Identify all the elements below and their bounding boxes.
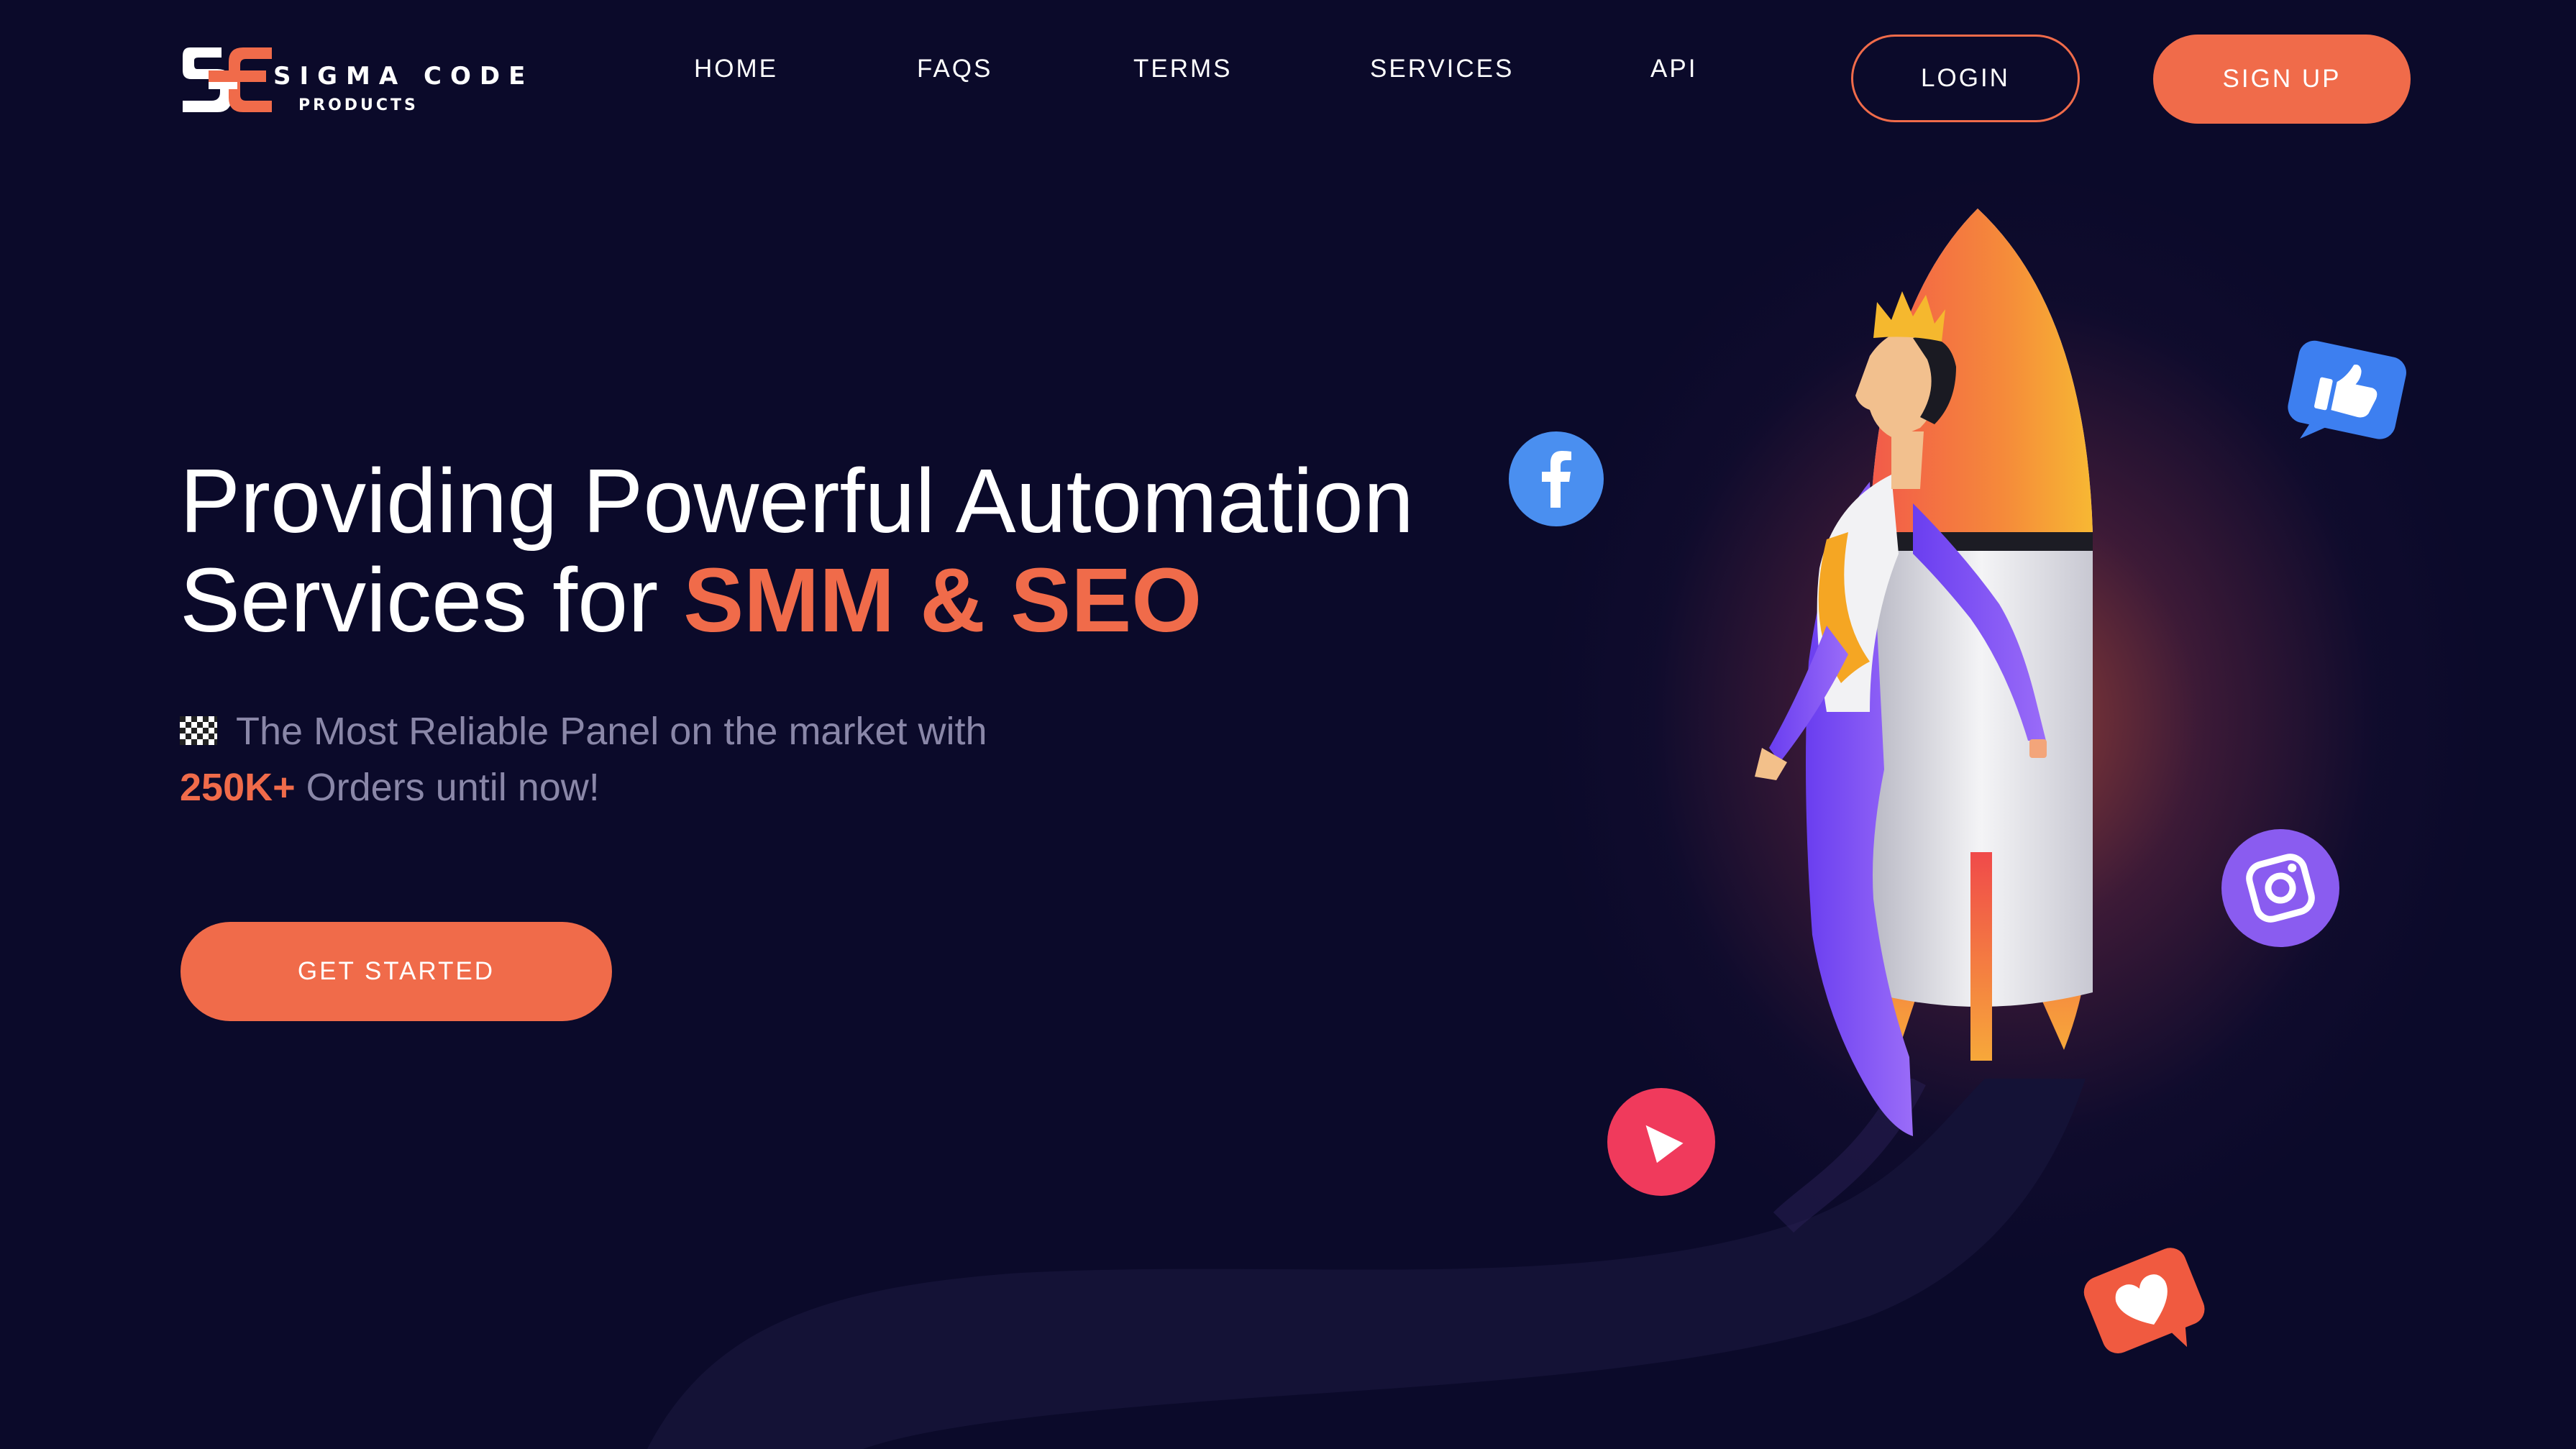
brand-name: SIGMA CODE — [273, 62, 534, 91]
hero-title-accent: SMM & SEO — [683, 549, 1202, 651]
get-started-button[interactable]: GET STARTED — [181, 922, 612, 1021]
hero-tagline: The Most Reliable Panel on the market wi… — [180, 703, 987, 815]
login-button[interactable]: LOGIN — [1851, 35, 2080, 122]
signup-button[interactable]: SIGN UP — [2153, 35, 2411, 124]
brand-logo[interactable]: SIGMA CODE PRODUCTS — [180, 42, 539, 121]
play-icon — [1607, 1088, 1715, 1196]
facebook-icon — [1509, 431, 1604, 526]
nav-services[interactable]: SERVICES — [1370, 55, 1514, 83]
nav-faqs[interactable]: FAQS — [917, 55, 992, 83]
brand-sub: PRODUCTS — [298, 96, 419, 114]
heart-icon — [2083, 1248, 2205, 1354]
checkered-flag-icon — [180, 716, 217, 745]
hero-title-line2-prefix: Services for — [180, 549, 684, 651]
orders-count: 250K+ — [180, 766, 296, 809]
tagline-line2: Orders until now! — [295, 766, 600, 809]
instagram-icon — [2221, 829, 2339, 947]
landing-page: SIGMA CODE PRODUCTS HOME FAQS TERMS SERV… — [0, 0, 2576, 1449]
nav-home[interactable]: HOME — [694, 55, 778, 83]
nav-api[interactable]: API — [1650, 55, 1697, 83]
hero-title-line1: Providing Powerful Automation — [180, 450, 1414, 552]
rocket-man-illustration — [1755, 209, 2093, 1136]
nav-terms[interactable]: TERMS — [1133, 55, 1233, 83]
thumbs-up-icon — [2288, 340, 2406, 439]
hero-title: Providing Powerful Automation Services f… — [180, 452, 1414, 650]
tagline-line1: The Most Reliable Panel on the market wi… — [236, 710, 987, 753]
